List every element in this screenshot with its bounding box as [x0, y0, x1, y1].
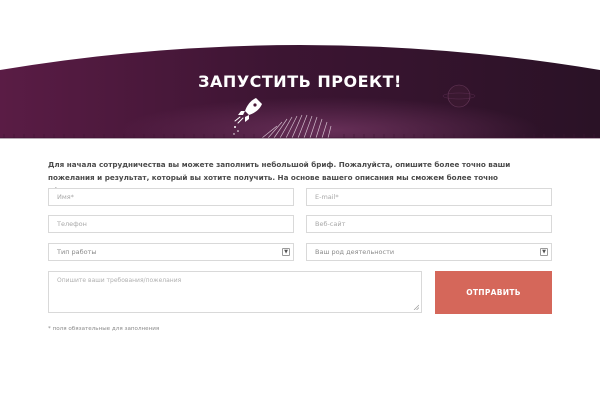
- email-field-wrapper: [306, 188, 552, 206]
- name-field-wrapper: [48, 188, 294, 206]
- website-field[interactable]: [315, 216, 543, 232]
- required-fields-note: * поля обязательные для заполнения: [48, 326, 160, 332]
- message-field-wrapper: [48, 271, 422, 313]
- work-type-select[interactable]: Тип работы ▼: [48, 243, 294, 261]
- chevron-down-icon[interactable]: ▼: [540, 248, 548, 256]
- work-type-select-value: Тип работы: [57, 248, 97, 256]
- rocket-icon: [233, 98, 262, 135]
- website-field-wrapper: [306, 215, 552, 233]
- submit-button[interactable]: ОТПРАВИТЬ: [435, 271, 552, 314]
- resize-handle-icon[interactable]: [413, 304, 419, 310]
- phone-field[interactable]: [57, 216, 285, 232]
- page-title: ЗАПУСТИТЬ ПРОЕКТ!: [198, 72, 402, 91]
- hero-banner: ЗАПУСТИТЬ ПРОЕКТ!: [0, 0, 600, 145]
- activity-select-value: Ваш род деятельности: [315, 248, 395, 256]
- phone-field-wrapper: [48, 215, 294, 233]
- email-field[interactable]: [315, 189, 543, 205]
- page: ЗАПУСТИТЬ ПРОЕКТ! Для начала сотрудничес…: [0, 0, 600, 400]
- activity-select[interactable]: Ваш род деятельности ▼: [306, 243, 552, 261]
- name-field[interactable]: [57, 189, 285, 205]
- message-field[interactable]: [49, 272, 421, 312]
- chevron-down-icon[interactable]: ▼: [282, 248, 290, 256]
